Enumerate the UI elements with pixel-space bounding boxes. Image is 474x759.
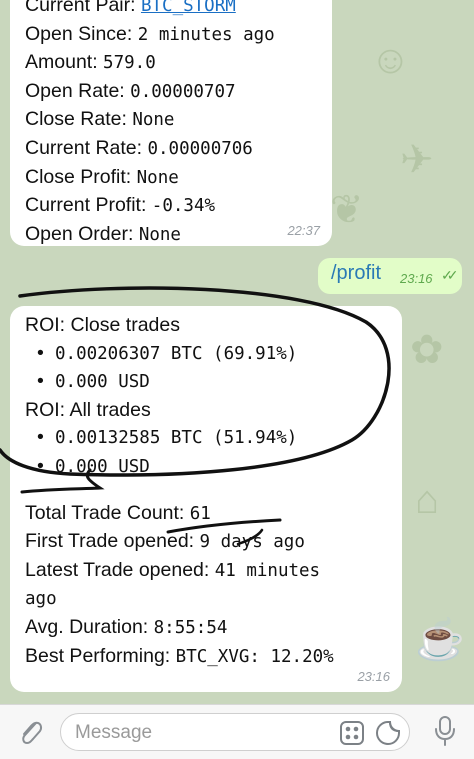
avg-duration-label: Avg. Duration: (25, 615, 149, 638)
first-trade-value: 9 days ago (199, 532, 305, 553)
status-row-label: Close Rate: (25, 108, 127, 131)
status-row-value: None (138, 224, 181, 245)
message-timestamp: 23:16 (400, 271, 433, 286)
bullet-icon: • (37, 370, 44, 393)
first-trade-label: First Trade opened: (25, 530, 195, 553)
status-row-label: Open Order: (25, 222, 134, 245)
status-row: Close Profit: None (25, 164, 318, 193)
background-doodle-icon: ☺ (370, 38, 411, 82)
status-row-label: Current Profit: (25, 194, 147, 217)
avg-duration-value: 8:55:54 (153, 617, 228, 638)
profit-message-bubble: ROI: Close trades • 0.00206307 BTC (69.91… (10, 306, 402, 692)
roi-all-trades-text: All trades (69, 398, 151, 421)
status-row-label: Close Profit: (25, 165, 132, 188)
latest-trade-label: Latest Trade opened: (25, 558, 210, 581)
status-row: Open Since: 2 minutes ago (25, 21, 318, 50)
status-row: Current Profit: -0.34% (25, 192, 318, 221)
best-performing-label: Best Performing: (25, 644, 171, 667)
latest-trade-value: 41 minutes (214, 560, 321, 581)
bullet-icon: • (37, 454, 44, 477)
sticker-icon[interactable] (375, 720, 401, 746)
background-doodle-icon: ❦ (330, 188, 364, 232)
status-row: Open Rate: 0.00000707 (25, 78, 318, 107)
status-row-value: 0.00000707 (130, 81, 236, 102)
status-rows: Current Pair: BTC_STORM Open Since: 2 min… (25, 0, 318, 249)
background-doodle-icon: ⌂ (415, 478, 440, 522)
roi-all-btc-value: 0.00132585 BTC (51.94%) (55, 428, 298, 449)
status-row-value: 579.0 (103, 53, 156, 74)
status-row-value: None (132, 110, 175, 131)
status-row: Amount: 579.0 (25, 49, 318, 78)
status-row-value: -0.34% (151, 196, 216, 217)
status-row-label: Current Rate: (25, 136, 143, 159)
roi-all-usd-value: 0.000 USD (55, 456, 150, 477)
outgoing-message-bubble: /profit 23:16 ✓✓ (318, 258, 462, 294)
status-row-label: Open Rate: (25, 79, 125, 102)
roi-label: ROI: (25, 314, 66, 336)
total-trade-count-label: Total Trade Count: (25, 501, 185, 524)
bullet-icon: • (37, 341, 44, 364)
status-row-value: 2 minutes ago (137, 24, 275, 45)
total-trade-count-value: 61 (189, 503, 211, 524)
microphone-icon[interactable] (432, 715, 458, 749)
status-row: Current Pair: BTC_STORM (25, 0, 318, 21)
bullet-icon: • (37, 426, 44, 449)
background-doodle-icon: ✈ (400, 138, 434, 182)
status-row-label: Open Since: (25, 22, 133, 45)
message-timestamp: 23:16 (357, 669, 390, 684)
status-row: Close Rate: None (25, 106, 318, 135)
roi-close-btc-value: 0.00206307 BTC (69.91%) (55, 343, 298, 364)
message-timestamp: 22:37 (287, 223, 320, 238)
background-doodle-icon: ✿ (410, 328, 444, 372)
status-row-label: Amount: (25, 51, 98, 74)
status-message-bubble: Current Pair: BTC_STORM Open Since: 2 min… (10, 0, 332, 246)
pair-link[interactable]: BTC_STORM (141, 0, 236, 16)
profit-command-text[interactable]: /profit (331, 262, 381, 285)
status-row-label: Current Pair: (25, 0, 136, 16)
best-performing-value: BTC_XVG: 12.20% (175, 646, 334, 667)
status-row-value: 0.00000706 (147, 138, 253, 159)
latest-trade-value-continued: ago (25, 589, 57, 610)
roi-label: ROI: (25, 398, 66, 421)
message-input[interactable] (73, 720, 327, 746)
roi-close-usd-value: 0.000 USD (55, 372, 150, 393)
status-row: Open Order: None (25, 221, 318, 250)
background-doodle-icon: ☕ (415, 618, 465, 662)
message-field (60, 713, 410, 751)
attach-paperclip-icon[interactable] (16, 715, 46, 749)
roi-close-trades-text: Close trades (70, 314, 180, 336)
message-composer (0, 704, 474, 759)
bot-commands-icon[interactable] (339, 720, 365, 746)
status-row-value: None (136, 167, 179, 188)
read-receipt-icon: ✓✓ (441, 267, 459, 283)
status-row: Current Rate: 0.00000706 (25, 135, 318, 164)
